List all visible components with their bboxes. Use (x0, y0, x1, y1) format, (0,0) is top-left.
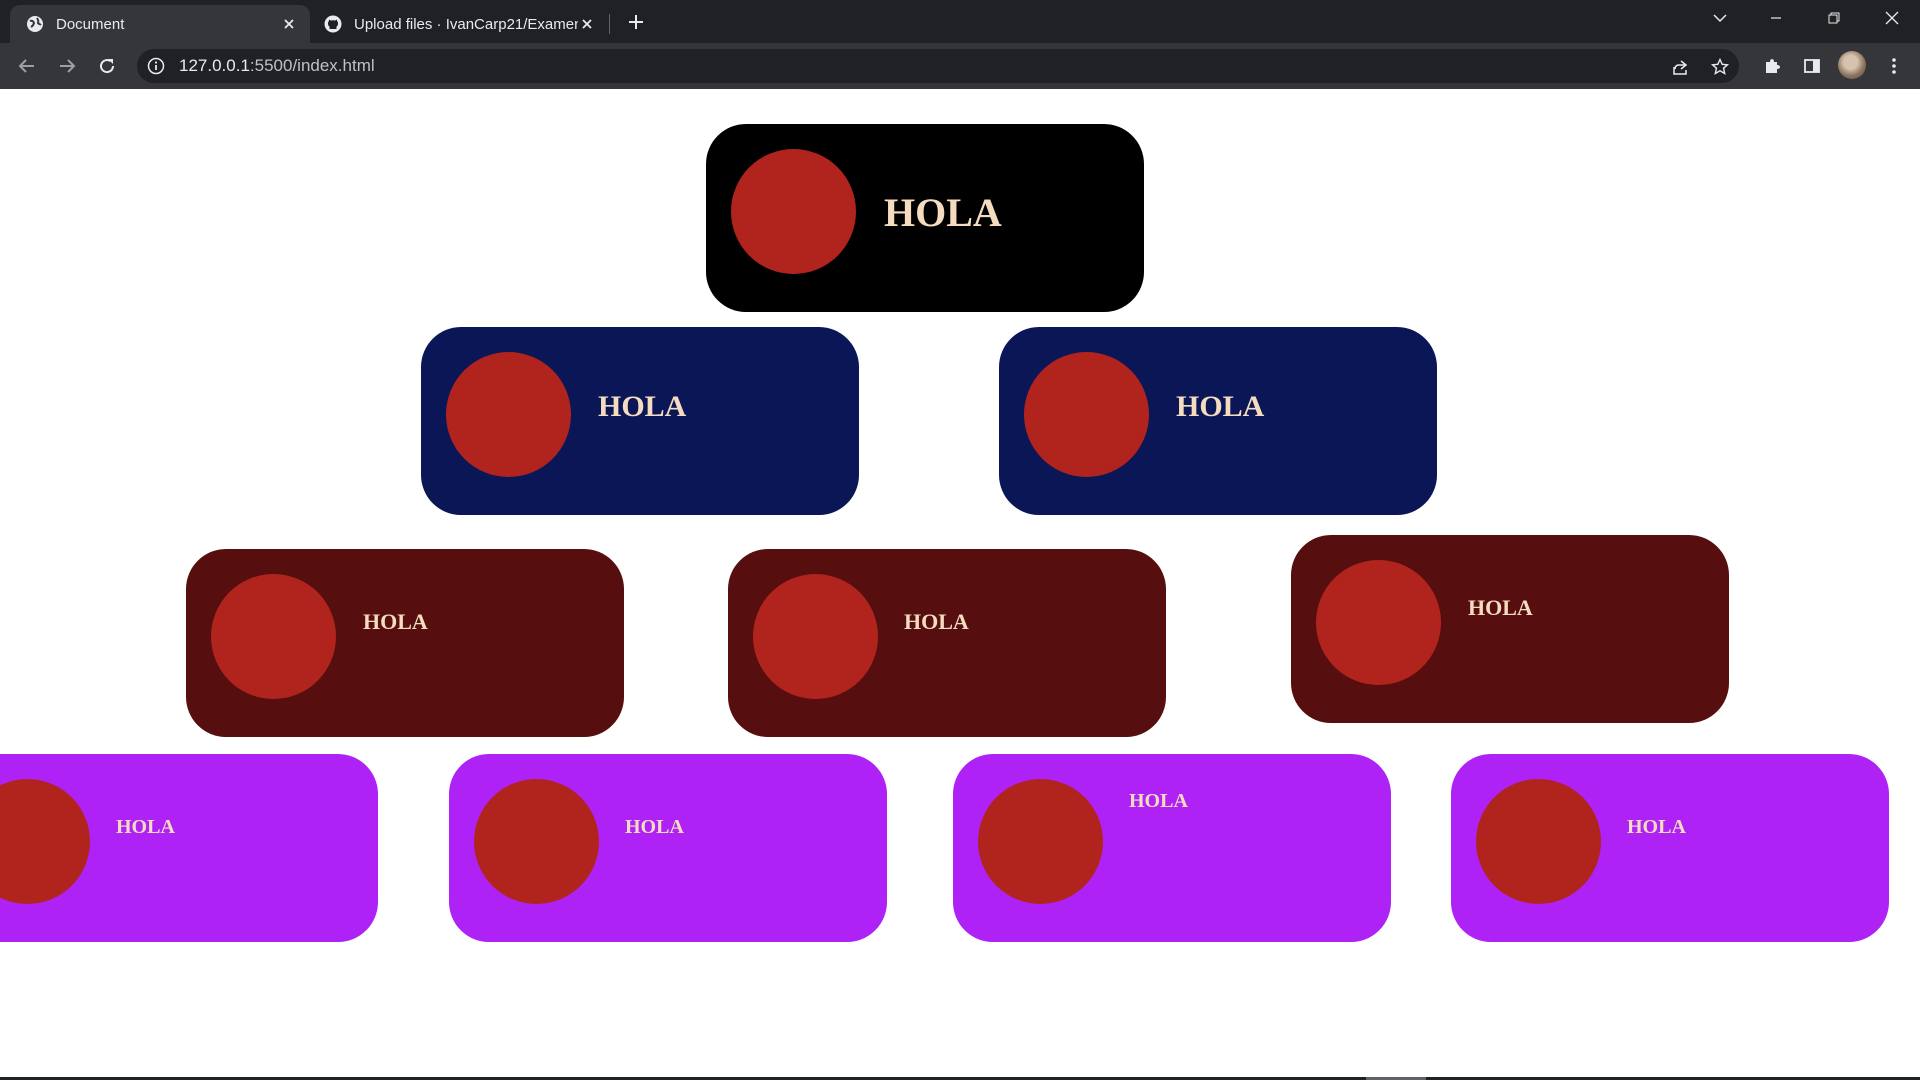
minimize-button[interactable] (1748, 0, 1804, 36)
restore-icon (1828, 12, 1840, 24)
card-label: HOLA (598, 390, 687, 423)
share-icon[interactable] (1670, 57, 1690, 77)
extensions-button[interactable] (1757, 51, 1787, 81)
close-window-button[interactable] (1864, 0, 1920, 36)
card: HOLA (1291, 535, 1729, 723)
card-label: HOLA (904, 609, 969, 634)
info-icon[interactable] (147, 57, 165, 75)
tab-title: Upload files · IvanCarp21/Examen (354, 15, 578, 33)
card-label: HOLA (363, 609, 428, 634)
profile-avatar[interactable] (1838, 51, 1866, 79)
plus-icon (629, 15, 643, 29)
url-path: :5500/index.html (249, 56, 375, 75)
close-icon (1885, 11, 1899, 25)
new-tab-button[interactable] (624, 10, 648, 34)
red-circle (211, 574, 336, 699)
red-circle (1024, 352, 1149, 477)
side-panel-button[interactable] (1797, 51, 1827, 81)
card-label: HOLA (884, 190, 1002, 235)
chevron-down-icon (1713, 14, 1727, 23)
arrow-right-icon (60, 59, 76, 73)
bookmark-star-icon[interactable] (1710, 57, 1730, 77)
red-circle (0, 779, 90, 904)
card-label: HOLA (1468, 595, 1533, 620)
tab-title: Document (56, 15, 125, 33)
puzzle-icon (1766, 59, 1780, 73)
red-circle (1316, 560, 1441, 685)
restore-button[interactable] (1806, 0, 1862, 36)
url-text: 127.0.0.1:5500/index.html (179, 56, 375, 76)
minimize-icon (1771, 17, 1781, 19)
card: HOLA (0, 754, 378, 942)
forward-button[interactable] (52, 51, 82, 81)
address-bar[interactable]: 127.0.0.1:5500/index.html (137, 49, 1739, 83)
card-label: HOLA (1129, 790, 1188, 812)
page-viewport: HOLA HOLA HOLA HOLA HOLA HOLA HOLA HOLA … (0, 89, 1920, 1077)
card-label: HOLA (1176, 390, 1265, 423)
arrow-left-icon (18, 59, 34, 73)
card: HOLA (706, 124, 1144, 312)
tab-search-button[interactable] (1692, 0, 1748, 36)
card: HOLA (953, 754, 1391, 942)
more-vert-icon (1892, 58, 1896, 74)
red-circle (446, 352, 571, 477)
globe-icon (27, 16, 43, 32)
card: HOLA (728, 549, 1166, 737)
reload-button[interactable] (92, 51, 122, 81)
red-circle (1476, 779, 1601, 904)
menu-button[interactable] (1879, 51, 1909, 81)
url-host: 127.0.0.1 (179, 56, 250, 75)
red-circle (978, 779, 1103, 904)
red-circle (474, 779, 599, 904)
close-tab-icon[interactable] (280, 15, 298, 33)
card: HOLA (449, 754, 887, 942)
card-label: HOLA (116, 816, 175, 838)
card-label: HOLA (625, 816, 684, 838)
card: HOLA (1451, 754, 1889, 942)
side-panel-icon (1804, 59, 1820, 73)
browser-toolbar: 127.0.0.1:5500/index.html (0, 43, 1920, 90)
card: HOLA (186, 549, 624, 737)
github-icon (324, 15, 342, 33)
close-tab-icon[interactable] (578, 15, 596, 33)
card-label: HOLA (1627, 816, 1686, 838)
tab-separator (609, 14, 610, 34)
red-circle (731, 149, 856, 274)
red-circle (753, 574, 878, 699)
card: HOLA (421, 327, 859, 515)
tab-strip: Document Upload files · IvanCarp21/Exame… (0, 0, 1920, 43)
back-button[interactable] (12, 51, 42, 81)
tab-document[interactable]: Document (10, 5, 310, 43)
reload-icon (100, 59, 115, 74)
tab-upload-files[interactable]: Upload files · IvanCarp21/Examen (312, 5, 608, 43)
card: HOLA (999, 327, 1437, 515)
